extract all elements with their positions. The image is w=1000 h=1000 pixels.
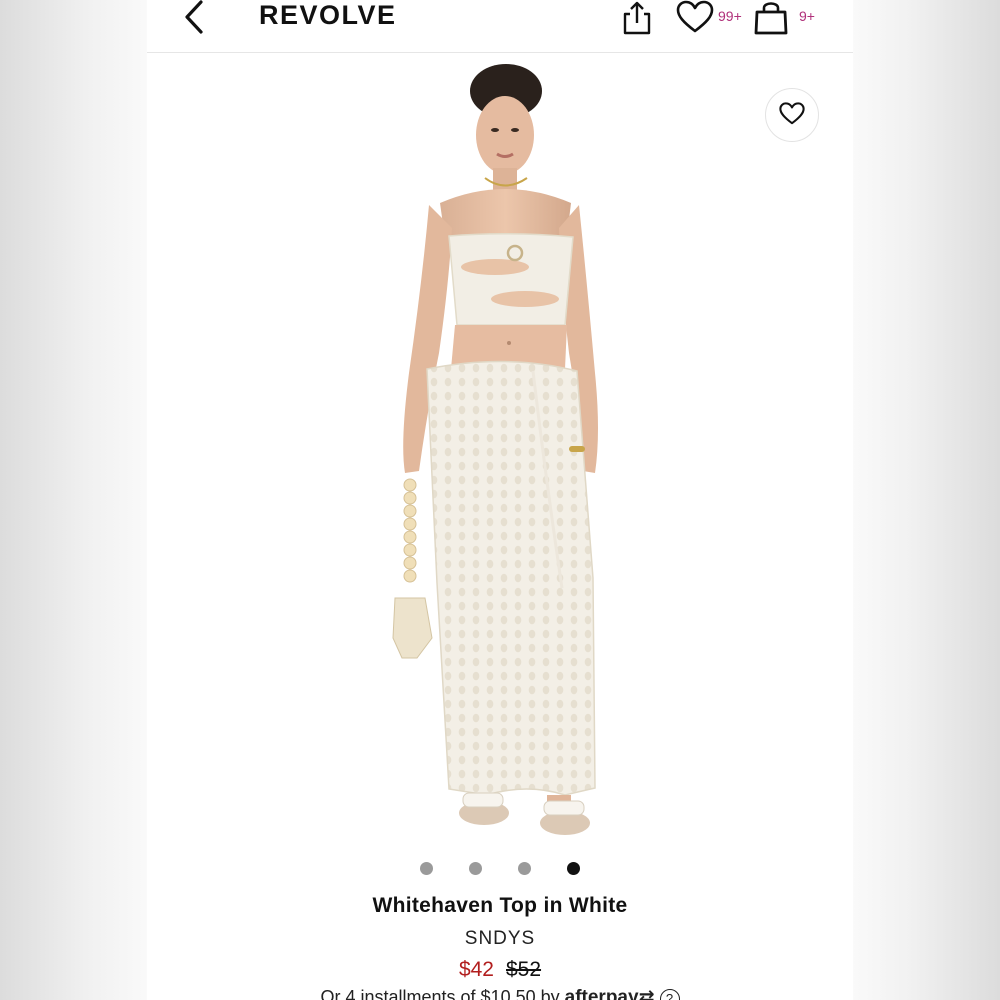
top-navigation-bar: REVOLVE 99+ 9+ bbox=[147, 0, 853, 53]
pagination-dot[interactable] bbox=[420, 862, 433, 875]
installments-text: Or 4 installments of $10.50 by bbox=[320, 987, 560, 1000]
wishlist-button[interactable]: 99+ bbox=[675, 0, 749, 38]
chevron-left-icon bbox=[185, 0, 203, 34]
product-image[interactable] bbox=[147, 53, 853, 848]
revolve-logo[interactable]: REVOLVE bbox=[259, 0, 397, 31]
model-photo bbox=[392, 64, 598, 835]
background-right bbox=[850, 0, 1000, 1000]
product-brand[interactable]: SNDYS bbox=[147, 928, 853, 950]
info-icon[interactable]: ? bbox=[659, 989, 680, 1000]
installments-info: Or 4 installments of $10.50 by afterpay⇄… bbox=[147, 986, 853, 1000]
pagination-dot-active[interactable] bbox=[567, 862, 580, 875]
add-to-wishlist-button[interactable] bbox=[765, 88, 819, 142]
product-title: Whitehaven Top in White bbox=[372, 894, 628, 917]
original-price: $52 bbox=[506, 958, 542, 981]
pagination-dot[interactable] bbox=[518, 862, 531, 875]
sale-price: $42 bbox=[458, 958, 494, 981]
heart-icon bbox=[676, 0, 714, 33]
image-pagination bbox=[147, 862, 853, 878]
bag-count-badge: 9+ bbox=[799, 8, 815, 24]
share-button[interactable] bbox=[617, 0, 657, 38]
app-screen: REVOLVE 99+ 9+ Whitehaven Top in White S… bbox=[147, 0, 853, 1000]
background-left bbox=[0, 0, 150, 1000]
pagination-dot[interactable] bbox=[469, 862, 482, 875]
shopping-bag-icon bbox=[754, 2, 788, 35]
price-row: $42 $52 bbox=[147, 958, 853, 982]
shopping-bag-button[interactable]: 9+ bbox=[751, 0, 831, 38]
heart-icon bbox=[779, 102, 805, 125]
back-button[interactable] bbox=[175, 0, 215, 36]
wishlist-count-badge: 99+ bbox=[718, 8, 742, 24]
afterpay-arrows-icon: ⇄ bbox=[638, 987, 655, 1000]
afterpay-logo[interactable]: afterpay bbox=[565, 987, 639, 1000]
share-icon bbox=[623, 1, 651, 35]
